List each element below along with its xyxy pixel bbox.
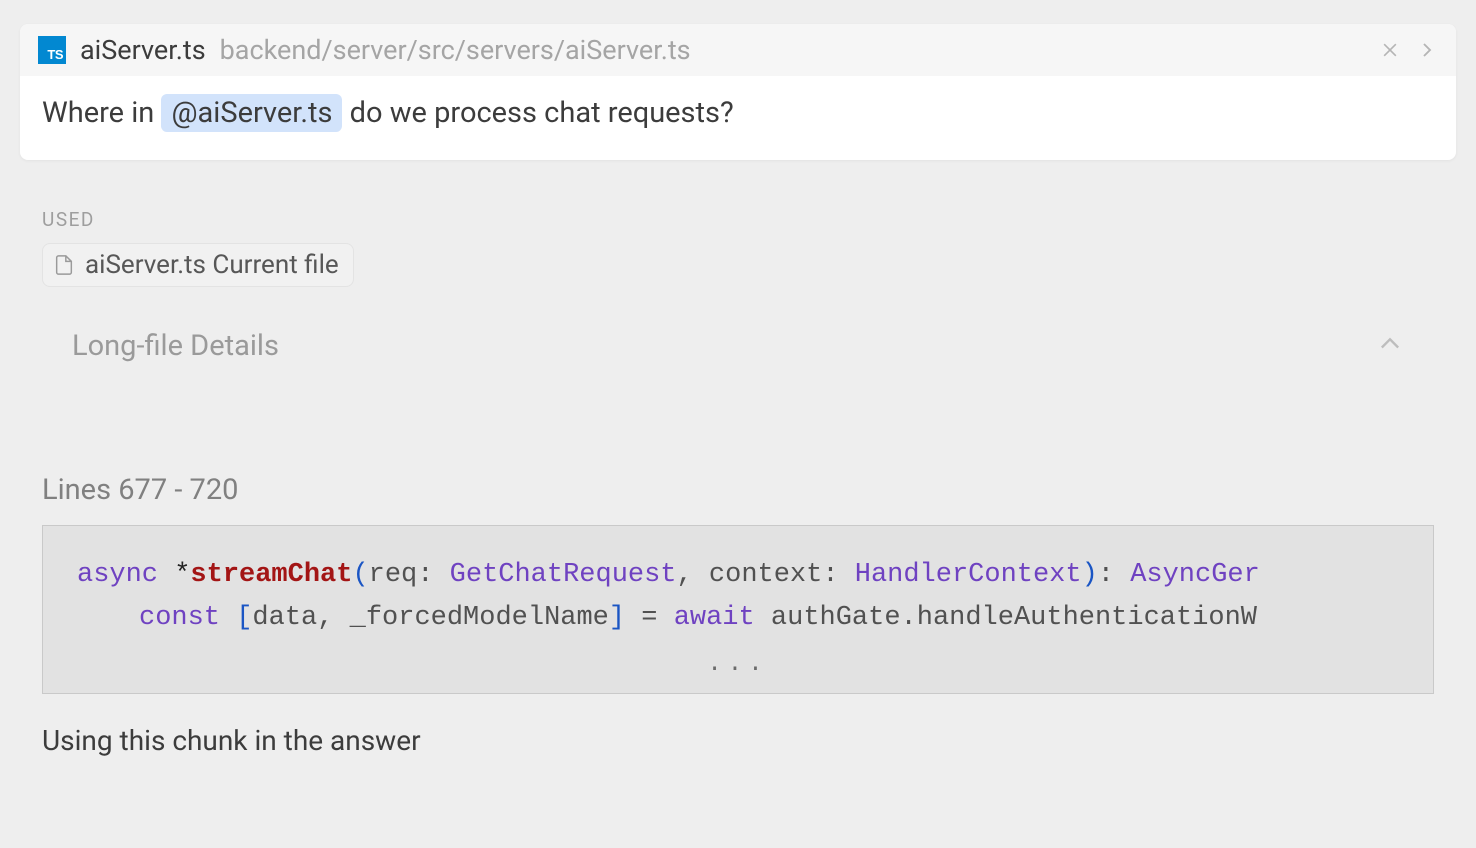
call-rest: authGate.handleAuthenticationW	[755, 603, 1257, 633]
used-file-pill[interactable]: aiServer.ts Current file	[42, 243, 354, 287]
paren-close: )	[1082, 560, 1098, 590]
code-snippet: async *streamChat(req: GetChatRequest, c…	[42, 525, 1434, 694]
param-req: req	[369, 560, 418, 590]
used-label: USED	[42, 208, 1434, 231]
param-context: context	[709, 560, 822, 590]
file-icon	[53, 254, 75, 276]
return-type: AsyncGer	[1130, 560, 1260, 590]
paren-open: (	[352, 560, 368, 590]
bracket-open: [	[220, 603, 252, 633]
query-text: Where in @aiServer.ts do we process chat…	[20, 76, 1456, 160]
generator-star: *	[174, 560, 190, 590]
file-header: TS aiServer.ts backend/server/src/server…	[20, 24, 1456, 76]
details-title: Long-file Details	[72, 329, 279, 363]
colon: :	[822, 560, 854, 590]
bracket-close: ]	[609, 603, 625, 633]
chevron-right-icon[interactable]	[1418, 41, 1436, 59]
used-section: USED aiServer.ts Current file	[42, 208, 1434, 287]
keyword-const: const	[139, 603, 220, 633]
header-icons	[1380, 40, 1436, 60]
comma: ,	[317, 603, 349, 633]
used-pill-text: aiServer.ts Current file	[85, 250, 339, 280]
code-line-1: async *streamChat(req: GetChatRequest, c…	[43, 554, 1433, 597]
keyword-await: await	[674, 603, 755, 633]
equals: =	[625, 603, 674, 633]
file-mention-chip[interactable]: @aiServer.ts	[161, 94, 342, 132]
typescript-icon: TS	[38, 36, 66, 64]
ident-forcedmodelname: _forcedModelName	[350, 603, 609, 633]
file-path: backend/server/src/servers/aiServer.ts	[220, 34, 691, 66]
comma: ,	[677, 560, 709, 590]
ident-data: data	[252, 603, 317, 633]
file-name: aiServer.ts	[80, 34, 206, 66]
keyword-async: async	[77, 560, 158, 590]
close-icon[interactable]	[1380, 40, 1400, 60]
query-suffix: do we process chat requests?	[342, 96, 733, 130]
query-prefix: Where in	[42, 96, 161, 130]
code-ellipsis: ...	[43, 640, 1433, 684]
colon: :	[417, 560, 449, 590]
footer-note: Using this chunk in the answer	[42, 724, 1434, 757]
long-file-details-toggle[interactable]: Long-file Details	[72, 329, 1404, 363]
type-handlercontext: HandlerContext	[855, 560, 1082, 590]
function-name: streamChat	[190, 560, 352, 590]
code-line-2: const [data, _forcedModelName] = await a…	[43, 597, 1433, 640]
colon-ret: :	[1098, 560, 1130, 590]
query-card: TS aiServer.ts backend/server/src/server…	[20, 24, 1456, 160]
lines-range-label: Lines 677 - 720	[42, 473, 1434, 507]
type-getchatrequest: GetChatRequest	[450, 560, 677, 590]
chevron-up-icon	[1376, 330, 1404, 362]
